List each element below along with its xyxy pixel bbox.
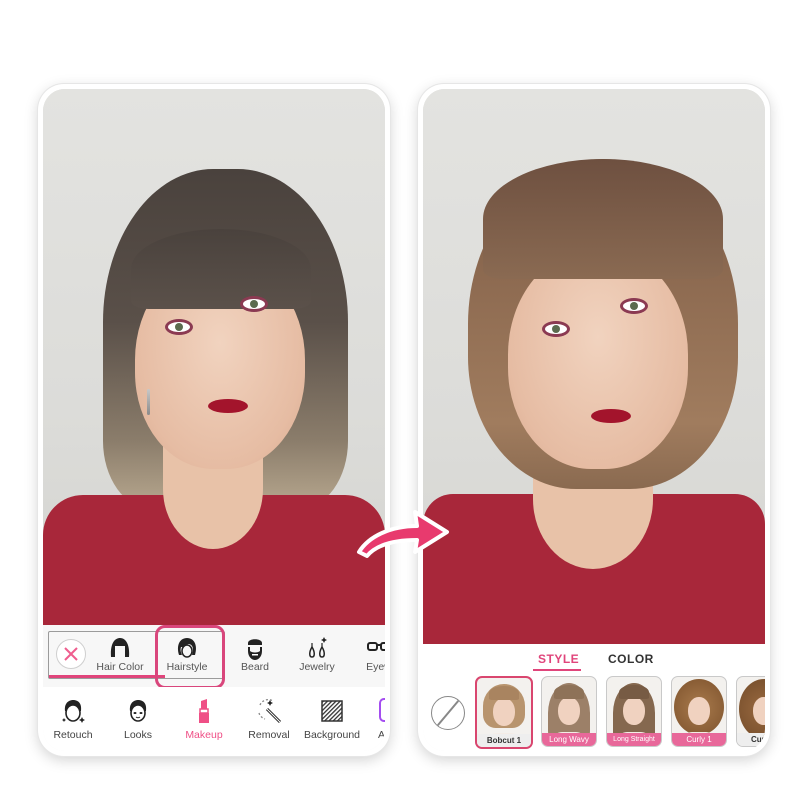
after-phone: STYLE COLOR Bobcut 1 Long Wavy Long Stra… bbox=[418, 84, 770, 756]
no-style-button[interactable] bbox=[431, 696, 465, 730]
eyewear-icon bbox=[367, 642, 385, 651]
main-item-looks[interactable]: Looks bbox=[105, 697, 171, 749]
main-item-label: Removal bbox=[248, 729, 290, 741]
lips bbox=[208, 399, 248, 413]
close-icon bbox=[64, 647, 78, 661]
style-thumb-long-straight[interactable]: Long Straight bbox=[606, 676, 662, 747]
main-item-makeup[interactable]: Makeup bbox=[171, 697, 237, 749]
earring bbox=[147, 389, 150, 415]
face bbox=[508, 249, 688, 469]
after-screen: STYLE COLOR Bobcut 1 Long Wavy Long Stra… bbox=[423, 89, 765, 751]
style-label: Long Straight bbox=[607, 733, 661, 746]
main-toolbar: Retouch Looks Makeup Removal Background … bbox=[43, 687, 385, 751]
cancel-button[interactable] bbox=[56, 639, 86, 669]
beard-icon bbox=[248, 639, 262, 660]
lips bbox=[591, 409, 631, 423]
before-screen: Hair Color Hairstyle Beard Jewelry Eye R… bbox=[43, 89, 385, 751]
tab-style-underline bbox=[533, 669, 581, 671]
retouch-icon bbox=[62, 700, 85, 723]
style-thumb-curly-2[interactable]: Curl bbox=[736, 676, 765, 747]
arrow-right-icon bbox=[357, 510, 449, 558]
style-label: Curl bbox=[737, 733, 765, 746]
tab-style[interactable]: STYLE bbox=[538, 652, 579, 666]
sub-item-label: Hair Color bbox=[96, 661, 144, 673]
magic-wand-icon bbox=[258, 699, 282, 724]
sub-item-eyewear[interactable]: Eyew bbox=[347, 631, 385, 679]
sub-item-label: Jewelry bbox=[299, 661, 335, 673]
jewelry-icon bbox=[309, 637, 327, 658]
lipstick-icon bbox=[199, 699, 209, 723]
main-item-retouch[interactable]: Retouch bbox=[43, 697, 106, 749]
sub-item-hair-color[interactable]: Hair Color bbox=[88, 631, 152, 679]
main-item-label: AI bbox=[378, 729, 385, 741]
before-phone: Hair Color Hairstyle Beard Jewelry Eye R… bbox=[38, 84, 390, 756]
background-icon bbox=[321, 700, 343, 722]
style-thumb-curly-1[interactable]: Curly 1 bbox=[671, 676, 727, 747]
hairstyle-panel: STYLE COLOR Bobcut 1 Long Wavy Long Stra… bbox=[423, 644, 765, 751]
feature-sub-toolbar: Hair Color Hairstyle Beard Jewelry Eye bbox=[43, 625, 385, 689]
sub-item-jewelry[interactable]: Jewelry bbox=[285, 631, 349, 679]
main-item-label: Looks bbox=[123, 729, 153, 741]
sub-item-label: Beard bbox=[240, 661, 270, 673]
style-label: Bobcut 1 bbox=[477, 734, 531, 747]
after-photo bbox=[423, 89, 765, 644]
style-label: Long Wavy bbox=[542, 733, 596, 746]
before-photo bbox=[43, 89, 385, 625]
main-item-ai[interactable]: AI bbox=[353, 697, 385, 749]
tab-color[interactable]: COLOR bbox=[608, 652, 654, 666]
main-item-label: Makeup bbox=[185, 729, 223, 741]
main-item-removal[interactable]: Removal bbox=[236, 697, 302, 749]
sub-item-beard[interactable]: Beard bbox=[223, 631, 287, 679]
style-thumb-long-wavy[interactable]: Long Wavy bbox=[541, 676, 597, 747]
style-thumb-bobcut-1[interactable]: Bobcut 1 bbox=[475, 676, 533, 749]
hair-color-icon bbox=[110, 638, 130, 657]
hairstyle-highlight bbox=[155, 625, 225, 689]
style-label: Curly 1 bbox=[672, 733, 726, 746]
main-item-label: Retouch bbox=[53, 729, 93, 741]
ai-icon bbox=[379, 698, 385, 722]
sub-item-label: Eyew bbox=[366, 661, 385, 673]
looks-icon bbox=[129, 700, 147, 722]
